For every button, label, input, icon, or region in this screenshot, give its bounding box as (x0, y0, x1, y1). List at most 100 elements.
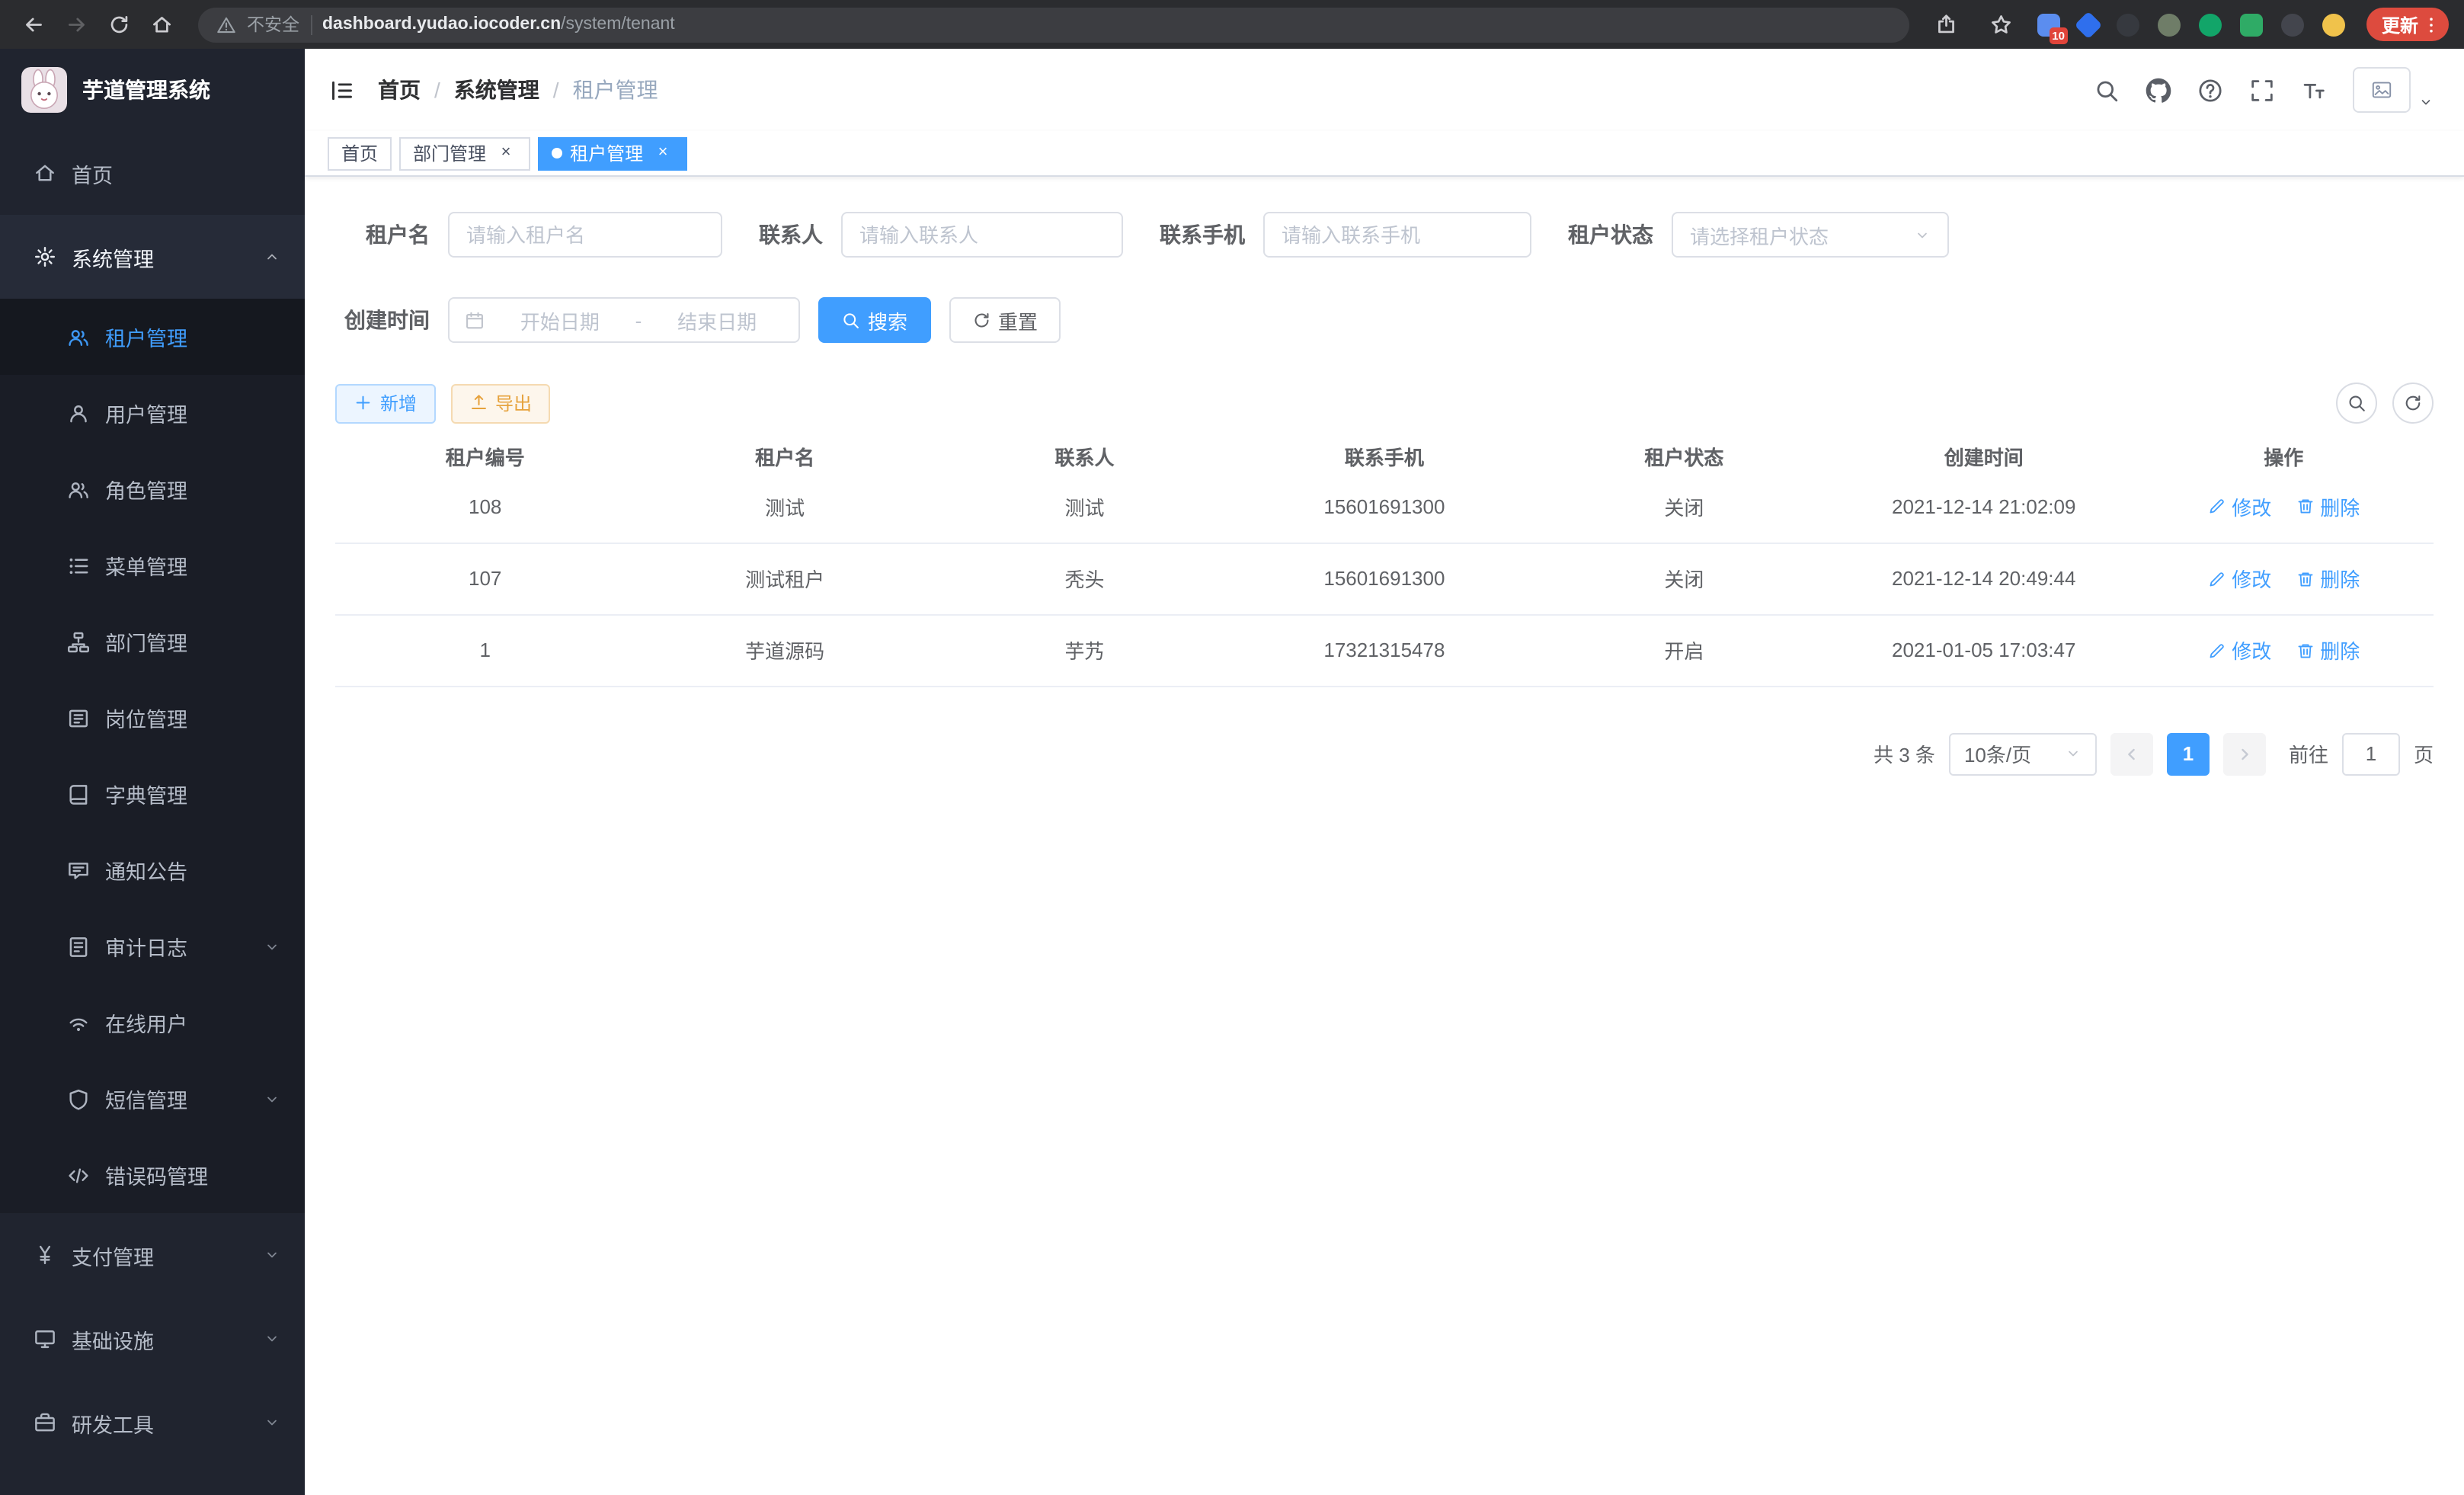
delete-button[interactable]: 删除 (2296, 635, 2360, 664)
table-row: 107测试租户秃头15601691300关闭2021-12-14 20:49:4… (335, 543, 2434, 614)
search-button[interactable]: 搜索 (818, 297, 930, 343)
extension-icon[interactable] (2117, 13, 2139, 36)
sidebar-item-tenant[interactable]: 租户管理 (0, 299, 305, 375)
sidebar-item-dict[interactable]: 字典管理 (0, 756, 305, 832)
tab-tenant[interactable]: 租户管理× (538, 136, 687, 170)
chevron-right-icon (2235, 744, 2254, 763)
tenant-table: 租户编号租户名联系人联系手机租户状态创建时间操作 108测试测试15601691… (335, 442, 2434, 687)
select-caret (1914, 226, 1931, 243)
sidebar-item-error-code[interactable]: 错误码管理 (0, 1137, 305, 1213)
edit-button[interactable]: 修改 (2207, 564, 2271, 593)
home-button[interactable] (143, 6, 180, 43)
help-button[interactable] (2197, 77, 2223, 103)
delete-button[interactable]: 删除 (2296, 564, 2360, 593)
sidebar-item-notice[interactable]: 通知公告 (0, 832, 305, 908)
toggle-search-button[interactable] (2336, 383, 2377, 424)
main-area: 首页/系统管理/租户管理 首页部门管理×租户管理× (305, 49, 2464, 1495)
kebab-icon (2421, 14, 2441, 34)
cell-contact: 芋艿 (935, 614, 1234, 686)
prev-page-button[interactable] (2110, 732, 2153, 775)
sidebar-item-menu[interactable]: 菜单管理 (0, 527, 305, 603)
delete-button[interactable]: 删除 (2296, 492, 2360, 521)
date-start-input[interactable]: 开始日期 (494, 306, 626, 335)
goto-page-input[interactable] (2342, 732, 2400, 775)
date-end-input[interactable]: 结束日期 (651, 306, 783, 335)
sidebar-item-label: 在线用户 (105, 1007, 280, 1038)
font-size-button[interactable] (2301, 77, 2327, 103)
tab-close-icon[interactable]: × (495, 142, 517, 164)
sidebar-item-dev-tool[interactable]: 研发工具 (0, 1381, 305, 1465)
tab-dept[interactable]: 部门管理× (399, 136, 530, 170)
sidebar-item-label: 首页 (72, 158, 280, 188)
sidebar-item-pay[interactable]: 支付管理 (0, 1213, 305, 1297)
cell-actions: 修改删除 (2133, 614, 2434, 686)
sidebar-item-dept[interactable]: 部门管理 (0, 603, 305, 680)
home-chrome-icon (151, 14, 173, 36)
extension-badge: 10 (2049, 27, 2068, 43)
export-icon (469, 394, 488, 413)
peoples-icon (67, 325, 90, 348)
export-button[interactable]: 导出 (450, 383, 550, 423)
breadcrumb-item[interactable]: 系统管理 (454, 75, 539, 105)
share-button[interactable] (1928, 6, 1964, 43)
header-search-button[interactable] (2094, 77, 2120, 103)
extension-icon[interactable] (2199, 13, 2222, 36)
user-menu[interactable] (2353, 67, 2434, 113)
sidebar-toggle-button[interactable] (329, 77, 355, 103)
page-1-button[interactable]: 1 (2167, 732, 2210, 775)
extension-icon[interactable] (2322, 13, 2345, 36)
edit-button[interactable]: 修改 (2207, 492, 2271, 521)
extensions-area: 10 (2037, 13, 2345, 36)
update-button[interactable]: 更新 (2366, 8, 2449, 41)
sidebar-item-online-user[interactable]: 在线用户 (0, 984, 305, 1061)
page-size-value: 10条/页 (1964, 739, 2031, 768)
chevron-icon (1914, 226, 1931, 243)
address-bar[interactable]: 不安全 dashboard.yudao.iocoder.cn/system/te… (198, 7, 1909, 42)
status-select[interactable]: 请选择租户状态 (1672, 212, 1949, 258)
filter-row-1: 租户名 联系人 联系手机 租户状态 请选择租户状态 (335, 212, 2434, 258)
edit-button[interactable]: 修改 (2207, 635, 2271, 664)
dict-icon (67, 783, 90, 805)
kebab-menu-wrap[interactable] (2421, 14, 2441, 34)
bookmark-button[interactable] (1982, 6, 2019, 43)
sidebar-item-sms[interactable]: 短信管理 (0, 1061, 305, 1137)
page-size-select[interactable]: 10条/页 (1949, 732, 2097, 775)
sidebar-item-post[interactable]: 岗位管理 (0, 680, 305, 756)
extension-icon[interactable] (2075, 11, 2103, 39)
tenant-name-field: 租户名 (335, 212, 722, 258)
toolbar: 新增 导出 (335, 383, 2434, 424)
github-button[interactable] (2146, 77, 2171, 103)
sidebar-menu: 首页系统管理租户管理用户管理角色管理菜单管理部门管理岗位管理字典管理通知公告审计… (0, 131, 305, 1495)
sidebar-item-user[interactable]: 用户管理 (0, 375, 305, 451)
tab-home[interactable]: 首页 (328, 136, 392, 170)
fullscreen-button[interactable] (2249, 77, 2275, 103)
sidebar-item-audit-log[interactable]: 审计日志 (0, 908, 305, 984)
logo[interactable]: 芋道管理系统 (0, 49, 305, 131)
reload-button[interactable] (101, 6, 137, 43)
tenant-name-input[interactable] (448, 212, 722, 258)
monitor-icon (34, 1327, 56, 1350)
refresh-button[interactable] (2392, 383, 2434, 424)
extension-icon[interactable]: 10 (2037, 13, 2060, 36)
extension-icon[interactable] (2281, 13, 2304, 36)
tab-close-icon[interactable]: × (652, 142, 674, 164)
sidebar-item-role[interactable]: 角色管理 (0, 451, 305, 527)
sidebar-item-home[interactable]: 首页 (0, 131, 305, 215)
cell-phone: 17321315478 (1234, 614, 1534, 686)
yen-icon (34, 1244, 56, 1266)
add-button[interactable]: 新增 (335, 383, 435, 423)
extension-icon[interactable] (2158, 13, 2181, 36)
phone-input[interactable] (1263, 212, 1531, 258)
security-label[interactable]: 不安全 (247, 12, 299, 37)
sidebar-item-infra[interactable]: 基础设施 (0, 1297, 305, 1381)
cell-contact: 秃头 (935, 543, 1234, 614)
breadcrumb-item[interactable]: 首页 (378, 75, 421, 105)
back-button[interactable] (15, 6, 52, 43)
date-range-picker[interactable]: 开始日期 - 结束日期 (448, 297, 800, 343)
sidebar-item-system[interactable]: 系统管理 (0, 215, 305, 299)
next-page-button[interactable] (2223, 732, 2266, 775)
reset-button[interactable]: 重置 (949, 297, 1061, 343)
forward-button[interactable] (58, 6, 94, 43)
extension-icon[interactable] (2240, 13, 2263, 36)
contact-input[interactable] (841, 212, 1123, 258)
